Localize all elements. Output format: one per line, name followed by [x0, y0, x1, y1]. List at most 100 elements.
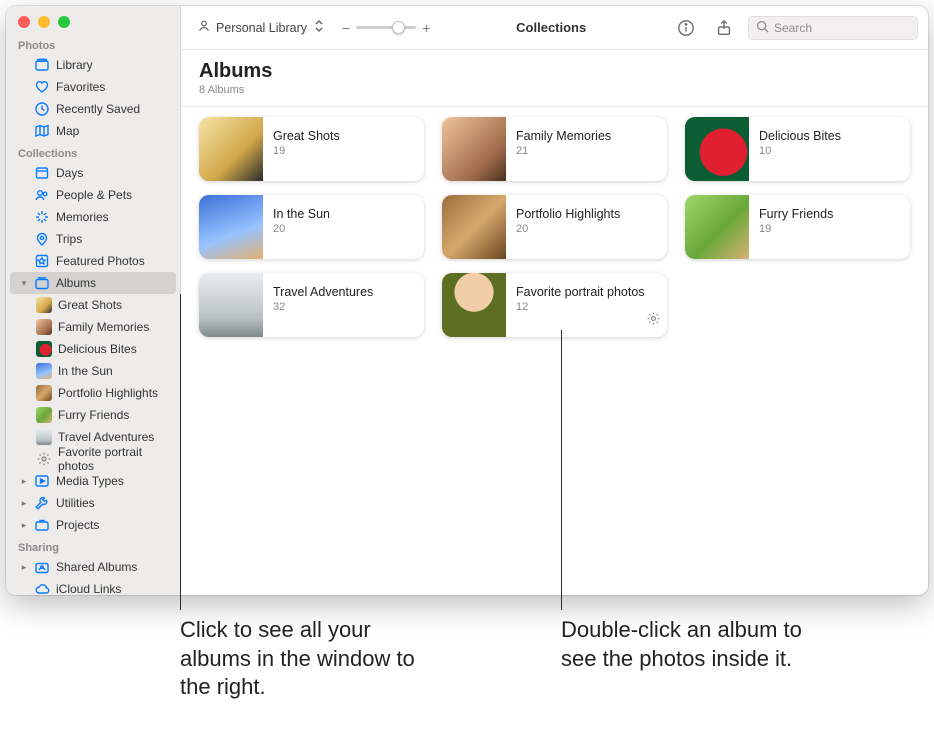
sidebar-item-utilities[interactable]: ▸Utilities [6, 492, 180, 514]
album-thumb-icon [36, 363, 52, 379]
album-card[interactable]: Travel Adventures32 [199, 273, 424, 337]
sidebar-item-featured-photos[interactable]: Featured Photos [6, 250, 180, 272]
person-icon [197, 19, 211, 36]
album-cover [199, 195, 263, 259]
sidebar-item-in-the-sun[interactable]: In the Sun [6, 360, 180, 382]
album-card[interactable]: Portfolio Highlights 20 [442, 195, 667, 259]
content-header: Albums 8 Albums [181, 50, 928, 100]
chevron-down-icon: ▾ [20, 278, 28, 289]
sidebar-item-shared-albums[interactable]: ▸Shared Albums [6, 556, 180, 578]
album-thumb-icon [36, 429, 52, 445]
album-title: Travel Adventures [273, 285, 373, 299]
calendar-icon [34, 165, 50, 181]
album-card[interactable]: Family Memories21 [442, 117, 667, 181]
sidebar-item-great-shots[interactable]: Great Shots [6, 294, 180, 316]
library-icon [34, 57, 50, 73]
album-thumb-icon [36, 319, 52, 335]
album-card[interactable]: Great Shots19 [199, 117, 424, 181]
library-picker-label: Personal Library [216, 21, 307, 35]
sidebar-item-label: Favorite portrait photos [58, 445, 172, 473]
sidebar-item-memories[interactable]: Memories [6, 206, 180, 228]
star-icon [34, 253, 50, 269]
sidebar-item-label: Great Shots [58, 298, 122, 312]
sidebar-item-portfolio-highlights[interactable]: Portfolio Highlights [6, 382, 180, 404]
minimize-window-button[interactable] [38, 16, 50, 28]
shared-icon [34, 559, 50, 575]
sidebar-item-trips[interactable]: Trips [6, 228, 180, 250]
sidebar-item-favorite-portrait-photos[interactable]: Favorite portrait photos [6, 448, 180, 470]
app-window: Photos LibraryFavoritesRecently SavedMap… [6, 6, 928, 595]
search-placeholder: Search [774, 21, 812, 35]
albums-icon [34, 275, 50, 291]
sparkle-icon [34, 209, 50, 225]
album-count: 19 [759, 223, 833, 235]
sidebar-item-label: Media Types [56, 474, 124, 488]
sidebar-item-label: Furry Friends [58, 408, 129, 422]
sidebar-item-favorites[interactable]: Favorites [6, 76, 180, 98]
sidebar-item-family-memories[interactable]: Family Memories [6, 316, 180, 338]
album-title: Family Memories [516, 129, 611, 143]
album-cover [685, 117, 749, 181]
album-cover [442, 195, 506, 259]
wrench-icon [34, 495, 50, 511]
sidebar-item-label: Days [56, 166, 83, 180]
album-card[interactable]: In the Sun20 [199, 195, 424, 259]
sidebar-item-label: Family Memories [58, 320, 149, 334]
sidebar-item-label: Favorites [56, 80, 105, 94]
search-field[interactable]: Search [748, 16, 918, 40]
album-count: 20 [516, 223, 620, 235]
fullscreen-window-button[interactable] [58, 16, 70, 28]
sidebar-item-icloud-links[interactable]: iCloud Links [6, 578, 180, 595]
sidebar-item-map[interactable]: Map [6, 120, 180, 142]
sidebar-item-days[interactable]: Days [6, 162, 180, 184]
sidebar-item-label: Trips [56, 232, 82, 246]
media-icon [34, 473, 50, 489]
sidebar-section-collections: Collections [6, 142, 180, 162]
sidebar-item-label: Delicious Bites [58, 342, 137, 356]
window-controls [6, 6, 180, 34]
album-card[interactable]: Furry Friends 19 [685, 195, 910, 259]
sidebar-item-people-pets[interactable]: People & Pets [6, 184, 180, 206]
album-title: Delicious Bites [759, 129, 841, 143]
zoom-knob[interactable] [392, 21, 405, 34]
sidebar-item-label: iCloud Links [56, 582, 121, 595]
album-thumb-icon [36, 385, 52, 401]
clock-icon [34, 101, 50, 117]
sidebar-item-projects[interactable]: ▸Projects [6, 514, 180, 536]
sidebar-item-library[interactable]: Library [6, 54, 180, 76]
library-picker[interactable]: Personal Library [191, 16, 332, 39]
album-count: 12 [516, 301, 645, 313]
pin-icon [34, 231, 50, 247]
sidebar-item-albums[interactable]: ▾ Albums [10, 272, 176, 294]
sidebar-item-media-types[interactable]: ▸ Media Types [6, 470, 180, 492]
sidebar-item-furry-friends[interactable]: Furry Friends [6, 404, 180, 426]
zoom-slider[interactable]: − + [342, 20, 430, 36]
sidebar-item-label: People & Pets [56, 188, 132, 202]
sidebar-item-label: Portfolio Highlights [58, 386, 158, 400]
albums-grid-wrap: Great Shots19Family Memories21Delicious … [181, 106, 928, 347]
album-count: 20 [273, 223, 330, 235]
album-title: Furry Friends [759, 207, 833, 221]
sidebar-item-delicious-bites[interactable]: Delicious Bites [6, 338, 180, 360]
album-card[interactable]: Delicious Bites10 [685, 117, 910, 181]
callout-text-left: Click to see all your albums in the wind… [180, 616, 430, 702]
album-cover [442, 117, 506, 181]
close-window-button[interactable] [18, 16, 30, 28]
albums-grid: Great Shots19Family Memories21Delicious … [199, 117, 910, 337]
sidebar-item-label: Utilities [56, 496, 95, 510]
chevron-right-icon: ▸ [20, 476, 28, 487]
album-cover [199, 117, 263, 181]
zoom-track[interactable] [356, 26, 416, 29]
sidebar-section-sharing: Sharing [6, 536, 180, 556]
share-button[interactable] [710, 19, 738, 37]
sidebar-item-label: Albums [56, 276, 96, 290]
album-title: Portfolio Highlights [516, 207, 620, 221]
album-thumb-icon [36, 407, 52, 423]
sidebar-item-recently-saved[interactable]: Recently Saved [6, 98, 180, 120]
album-thumb-icon [36, 341, 52, 357]
album-title: Great Shots [273, 129, 340, 143]
album-thumb-icon [36, 297, 52, 313]
album-card[interactable]: Favorite portrait photos12 [442, 273, 667, 337]
album-cover [442, 273, 506, 337]
info-button[interactable] [672, 19, 700, 37]
